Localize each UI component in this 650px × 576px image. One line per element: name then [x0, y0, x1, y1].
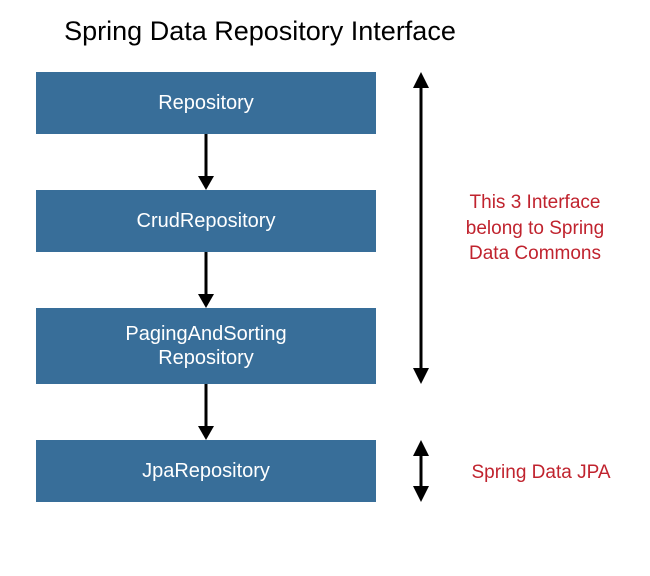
- arrow-2: [36, 252, 376, 308]
- diagram-title: Spring Data Repository Interface: [0, 16, 520, 47]
- arrow-1: [36, 134, 376, 190]
- bracket-top: [410, 72, 432, 384]
- annot-bottom: Spring Data JPA: [471, 462, 610, 483]
- box3-line1: PagingAndSorting: [125, 323, 286, 345]
- box-paging-sorting-repository: PagingAndSorting Repository: [36, 308, 376, 384]
- hierarchy-column: Repository CrudRepository PagingAndSorti…: [36, 72, 376, 502]
- box-crud-repository: CrudRepository: [36, 190, 376, 252]
- annot-top-line3: Data Commons: [469, 243, 601, 264]
- annotation-spring-data-jpa: Spring Data JPA: [456, 460, 626, 486]
- box-jpa-repository: JpaRepository: [36, 440, 376, 502]
- arrow-3: [36, 384, 376, 440]
- box3-line2: Repository: [158, 347, 254, 369]
- annotation-spring-data-commons: This 3 Interface belong to Spring Data C…: [450, 190, 620, 267]
- bracket-bottom: [410, 440, 432, 502]
- box-repository: Repository: [36, 72, 376, 134]
- annot-top-line2: belong to Spring: [466, 218, 604, 239]
- annot-top-line1: This 3 Interface: [470, 192, 601, 213]
